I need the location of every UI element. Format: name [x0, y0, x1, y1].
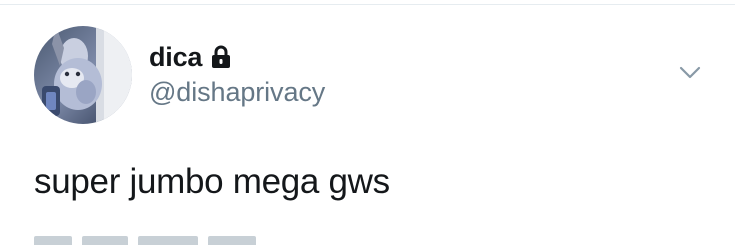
user-handle[interactable]: @dishaprivacy [149, 75, 325, 109]
avatar[interactable] [34, 26, 132, 124]
top-divider [0, 4, 735, 5]
lock-icon [210, 45, 232, 69]
display-name[interactable]: dica [149, 40, 202, 74]
tweet-text: super jumbo mega gws [34, 162, 390, 201]
name-row: dica [149, 40, 232, 74]
avatar-photo [34, 26, 132, 124]
tweet-timestamp-cropped [34, 236, 256, 245]
chevron-down-icon[interactable] [676, 62, 704, 84]
